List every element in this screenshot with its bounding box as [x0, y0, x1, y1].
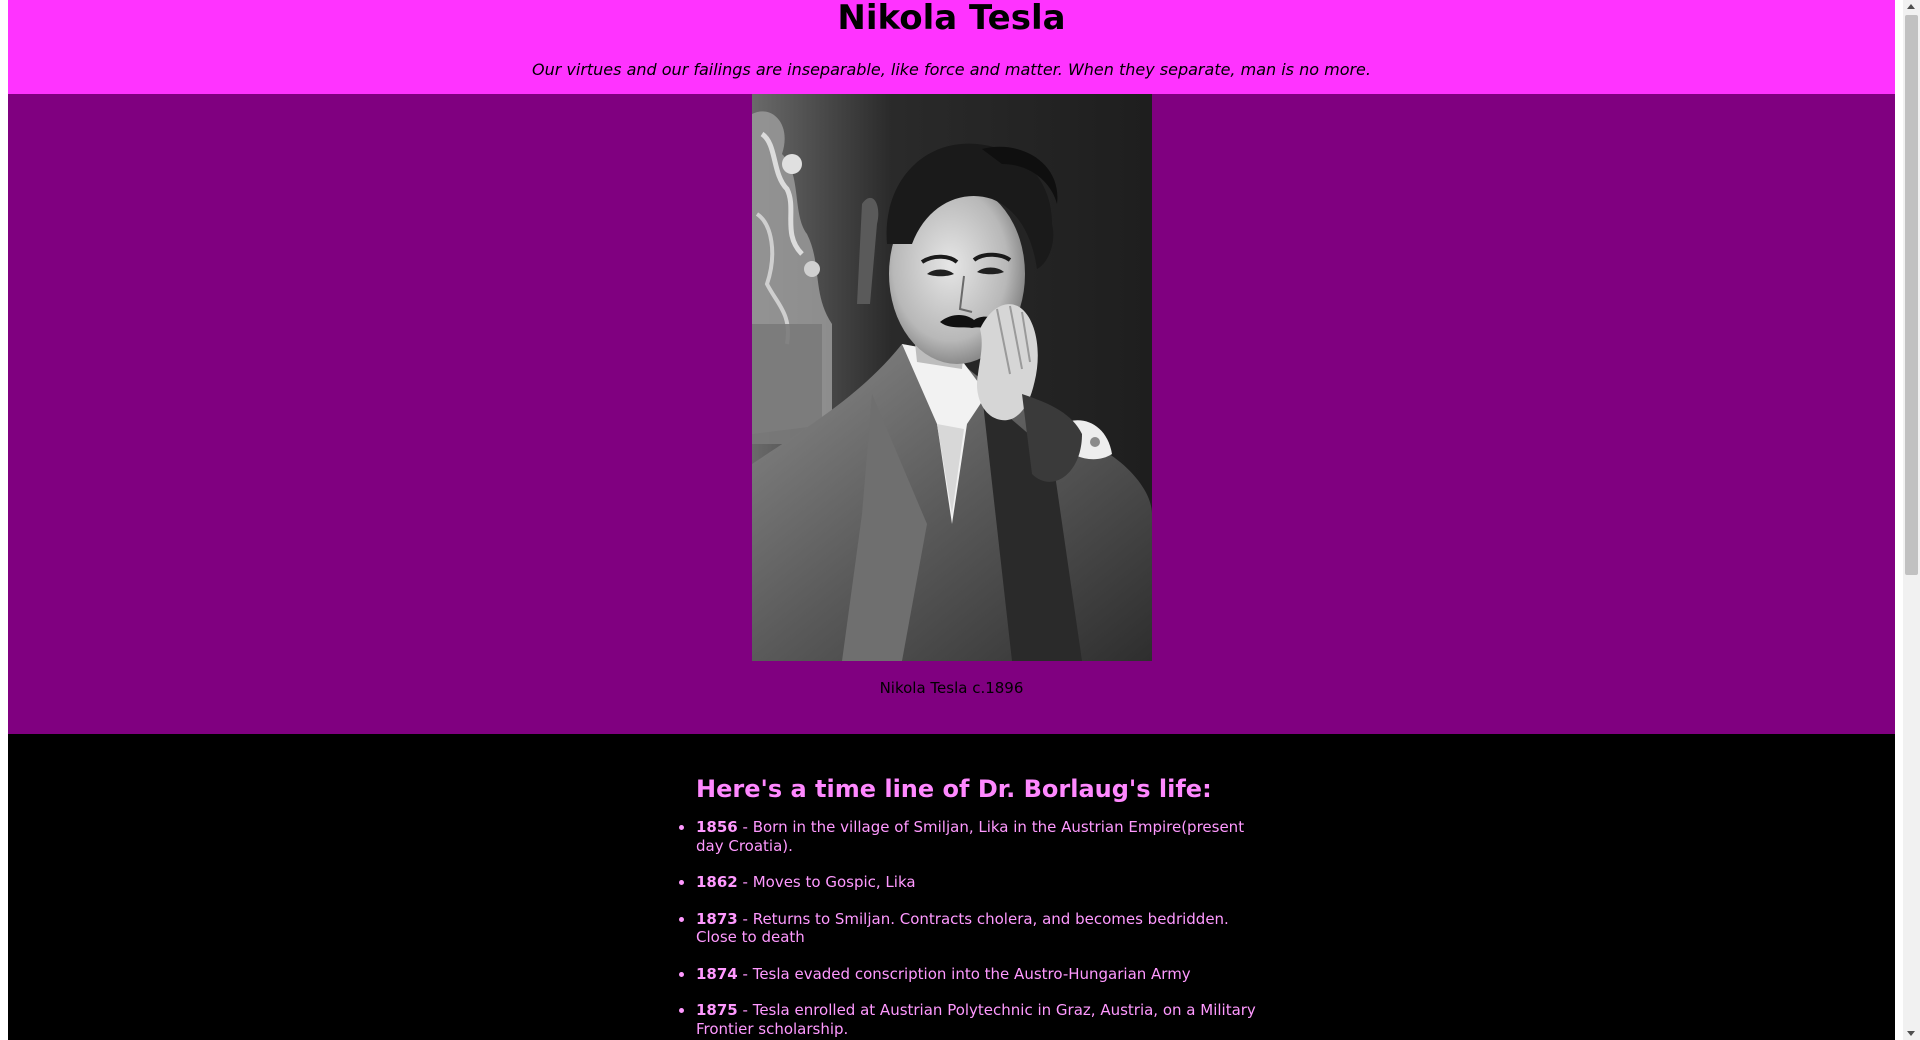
timeline-section: Here's a time line of Dr. Borlaug's life… [8, 734, 1895, 1040]
portrait-caption: Nikola Tesla c.1896 [879, 679, 1024, 697]
bullet-icon [679, 916, 684, 922]
scrollbar-thumb[interactable] [1905, 15, 1918, 575]
timeline-item: 1873 - Returns to Smiljan. Contracts cho… [679, 909, 1256, 947]
timeline-item: 1856 - Born in the village of Smiljan, L… [679, 818, 1256, 855]
timeline-container: Here's a time line of Dr. Borlaug's life… [679, 734, 1256, 1040]
portrait-icon [752, 94, 1152, 661]
timeline-item: 1874 - Tesla evaded conscription into th… [679, 964, 1256, 984]
timeline-item: 1862 - Moves to Gospic, Lika [679, 873, 1256, 892]
timeline-year: 1862 [696, 873, 738, 891]
timeline-text: - Born in the village of Smiljan, Lika i… [696, 818, 1245, 855]
bullet-icon [679, 971, 684, 977]
tesla-quote: Our virtues and our failings are insepar… [532, 60, 1371, 79]
timeline-year: 1875 [696, 1001, 738, 1019]
timeline-text: - Returns to Smiljan. Contracts cholera,… [696, 909, 1229, 947]
bullet-icon [679, 880, 684, 885]
scroll-down-arrow-icon[interactable] [1907, 1031, 1915, 1036]
timeline-list: 1856 - Born in the village of Smiljan, L… [679, 818, 1256, 1038]
bullet-icon [679, 825, 684, 830]
portrait-photo [752, 94, 1152, 661]
timeline-year: 1874 [696, 964, 738, 983]
timeline-item: 1875 - Tesla enrolled at Austrian Polyte… [679, 1001, 1256, 1038]
timeline-year: 1856 [696, 818, 738, 836]
timeline-year: 1873 [696, 909, 738, 928]
scroll-up-arrow-icon[interactable] [1907, 4, 1915, 9]
bullet-icon [679, 1008, 684, 1013]
page: Nikola Tesla Our virtues and our failing… [8, 0, 1895, 1040]
image-section: Nikola Tesla c.1896 [8, 94, 1895, 734]
timeline-text: - Moves to Gospic, Lika [737, 873, 916, 891]
timeline-text: - Tesla evaded conscription into the Aus… [737, 964, 1191, 983]
vertical-scrollbar[interactable] [1903, 0, 1920, 1040]
page-title: Nikola Tesla [837, 0, 1066, 38]
timeline-heading: Here's a time line of Dr. Borlaug's life… [696, 775, 1212, 803]
header: Nikola Tesla Our virtues and our failing… [8, 0, 1895, 94]
timeline-text: - Tesla enrolled at Austrian Polytechnic… [696, 1001, 1256, 1038]
